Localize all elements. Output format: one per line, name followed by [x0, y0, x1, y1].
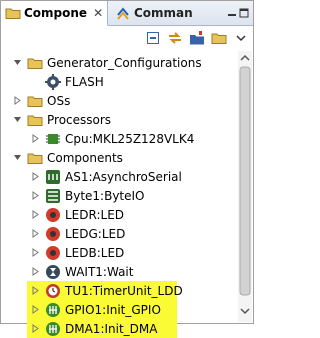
- gear-icon: [45, 74, 61, 90]
- collapse-all-icon[interactable]: [145, 30, 161, 46]
- tree-item-processors[interactable]: Processors: [1, 110, 237, 129]
- folder-icon: [27, 58, 43, 69]
- tree-item-label: WAIT1:Wait: [65, 265, 134, 279]
- chevron-right-icon[interactable]: [31, 134, 40, 143]
- led-icon: [46, 208, 60, 222]
- tree-item-tu1[interactable]: TU1:TimerUnit_LDD: [27, 281, 183, 300]
- tab-commands-label: Comman: [134, 6, 193, 20]
- tree-item-components[interactable]: Components: [1, 148, 237, 167]
- chevron-down-icon[interactable]: [13, 153, 22, 162]
- tree-item-cpu[interactable]: Cpu:MKL25Z128VLK4: [1, 129, 237, 148]
- chevron-right-icon[interactable]: [31, 324, 40, 333]
- byteio-component-icon: [46, 189, 60, 203]
- serial-component-icon: [46, 170, 60, 184]
- tree-item-label: Generator_Configurations: [47, 56, 202, 70]
- tree-item-label: FLASH: [65, 75, 104, 89]
- maximize-icon[interactable]: [239, 8, 249, 18]
- tree-item-ledg[interactable]: LEDG:LED: [1, 224, 237, 243]
- tree-item-label: Byte1:ByteIO: [65, 189, 145, 203]
- tree-item-ledb[interactable]: LEDB:LED: [1, 243, 237, 262]
- led-icon: [46, 227, 60, 241]
- tree-item-label: Cpu:MKL25Z128VLK4: [65, 132, 195, 146]
- tree-item-label: LEDB:LED: [65, 246, 125, 260]
- view-tab-bar: Compone ✕ Comman: [1, 1, 253, 26]
- tree-item-generator-configurations[interactable]: Generator_Configurations: [1, 53, 237, 72]
- chevron-right-icon[interactable]: [31, 286, 40, 295]
- folder-icon[interactable]: [211, 30, 227, 46]
- hourglass-icon: [46, 265, 60, 279]
- link-with-editor-icon[interactable]: [167, 30, 183, 46]
- tree-item-label: TU1:TimerUnit_LDD: [65, 284, 183, 298]
- commands-icon: [117, 7, 129, 20]
- chevron-right-icon[interactable]: [31, 172, 40, 181]
- chip-icon: [46, 134, 60, 144]
- view-menu-controls: [227, 6, 249, 20]
- new-folder-icon[interactable]: [189, 30, 205, 46]
- tree-item-wait1[interactable]: WAIT1:Wait: [1, 262, 237, 281]
- view-menu-icon[interactable]: [233, 30, 249, 46]
- chevron-right-icon[interactable]: [13, 96, 22, 105]
- tree-item-ledr[interactable]: LEDR:LED: [1, 205, 237, 224]
- chevron-right-icon[interactable]: [31, 191, 40, 200]
- chevron-right-icon[interactable]: [31, 248, 40, 257]
- tree-item-oss[interactable]: OSs: [1, 91, 237, 110]
- chevron-right-icon[interactable]: [31, 267, 40, 276]
- chevron-right-icon[interactable]: [31, 210, 40, 219]
- tree-item-flash[interactable]: FLASH: [1, 72, 237, 91]
- chevron-right-icon[interactable]: [31, 229, 40, 238]
- view-toolbar: [1, 26, 253, 50]
- init-component-icon: [46, 322, 60, 336]
- tree-item-label: Processors: [47, 113, 112, 127]
- folder-icon: [5, 8, 21, 19]
- tree-item-label: AS1:AsynchroSerial: [65, 170, 182, 184]
- folder-icon: [27, 96, 43, 107]
- tree-item-label: OSs: [47, 94, 71, 108]
- tree-item-dma1[interactable]: DMA1:Init_DMA: [27, 319, 177, 338]
- tab-commands[interactable]: Comman: [111, 1, 211, 25]
- tree-item-label: Components: [47, 151, 123, 165]
- tree-item-as1[interactable]: AS1:AsynchroSerial: [1, 167, 237, 186]
- tree-item-byte1[interactable]: Byte1:ByteIO: [1, 186, 237, 205]
- close-icon[interactable]: ✕: [93, 6, 103, 20]
- tree-item-label: LEDR:LED: [65, 208, 125, 222]
- tree-item-label: LEDG:LED: [65, 227, 126, 241]
- tree-item-label: DMA1:Init_DMA: [65, 322, 158, 336]
- tree-item-label: GPIO1:Init_GPIO: [65, 303, 161, 317]
- chevron-down-icon[interactable]: [13, 58, 22, 67]
- init-component-icon: [46, 303, 60, 317]
- tab-components[interactable]: Compone ✕: [1, 1, 108, 26]
- led-icon: [46, 246, 60, 260]
- folder-icon: [27, 115, 43, 126]
- components-view: Compone ✕ Comman Generator_Configuration…: [0, 0, 254, 338]
- tree-item-gpio1[interactable]: GPIO1:Init_GPIO: [27, 300, 177, 319]
- folder-icon: [27, 153, 43, 164]
- timer-icon: [46, 284, 60, 298]
- tab-components-label: Compone: [24, 6, 88, 20]
- minimize-icon[interactable]: [227, 8, 237, 18]
- scrollbar-thumb[interactable]: [239, 66, 251, 296]
- vertical-scrollbar[interactable]: [238, 51, 252, 322]
- chevron-down-icon[interactable]: [13, 115, 22, 124]
- chevron-right-icon[interactable]: [31, 305, 40, 314]
